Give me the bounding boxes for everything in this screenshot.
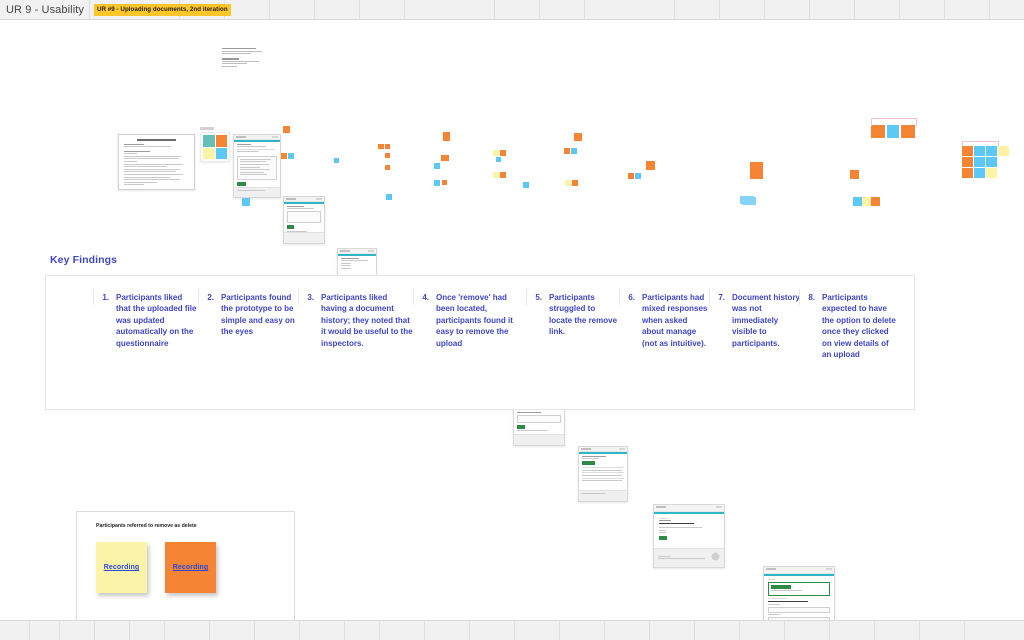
key-finding-6[interactable]: 6. Participants had mixed responses when… (619, 276, 710, 409)
sticky-dot-yellow[interactable] (493, 172, 499, 178)
thumbnail-document[interactable] (118, 134, 195, 190)
sticky-note-blue[interactable] (887, 125, 899, 138)
sticky-dot-orange[interactable] (378, 144, 384, 149)
key-finding-5[interactable]: 5. Participants struggled to locate the … (526, 276, 620, 409)
key-finding-number: 3. (298, 289, 317, 409)
sticky-dot-yellow[interactable] (493, 150, 499, 156)
thumbnail-file-preview[interactable] (653, 504, 725, 568)
thumbnail-form[interactable] (283, 196, 325, 244)
whiteboard-canvas: UR 9 - Usability UR #9 - Uploading docum… (0, 0, 1024, 640)
sticky-dot-blue[interactable] (334, 158, 339, 163)
sticky-dot-orange[interactable] (750, 162, 763, 179)
sticky-dot-blue[interactable] (571, 148, 577, 154)
key-finding-number: 8. (799, 289, 818, 409)
key-finding-text: Participants found the prototype to be s… (221, 293, 295, 337)
key-finding-text: Participants liked having a document his… (321, 293, 413, 348)
key-finding-number: 1. (93, 289, 112, 409)
key-finding-number: 7. (709, 289, 728, 409)
sticky-dot-blue[interactable] (434, 163, 440, 169)
key-finding-text: Once 'remove' had been located, particip… (436, 293, 513, 348)
sticky-dot-orange[interactable] (871, 197, 880, 206)
session-chip[interactable]: UR #9 - Uploading documents, 2nd iterati… (94, 4, 231, 16)
sticky-dot-orange[interactable] (385, 165, 390, 170)
key-finding-text: Participants expected to have the option… (822, 293, 896, 360)
sticky-dot-yellow[interactable] (862, 197, 871, 206)
sticky-dot-orange[interactable] (564, 148, 570, 154)
key-finding-number: 5. (526, 289, 545, 409)
key-findings-panel: 1. Participants liked that the uploaded … (45, 275, 915, 410)
sticky-dot-orange[interactable] (500, 150, 506, 156)
sticky-group-outline (871, 118, 917, 126)
key-finding-text: Participants liked that the uploaded fil… (116, 293, 197, 348)
key-finding-number: 4. (413, 289, 432, 409)
key-finding-1[interactable]: 1. Participants liked that the uploaded … (93, 276, 199, 409)
sticky-dot-blue[interactable] (853, 197, 862, 206)
key-finding-7[interactable]: 7. Document history was not immediately … (709, 276, 801, 409)
sticky-dot-orange[interactable] (500, 172, 506, 178)
sticky-note-orange[interactable] (901, 125, 915, 138)
sticky-dot-orange[interactable] (572, 180, 578, 186)
board-body: Key Findings 1. Participants liked that … (0, 20, 1024, 640)
key-finding-text: Document history was not immediately vis… (732, 293, 801, 348)
recording-link[interactable]: Recording (173, 564, 209, 571)
sticky-dot-orange[interactable] (385, 144, 390, 149)
key-finding-text: Participants struggled to locate the rem… (549, 293, 618, 337)
sticky-dot-blue[interactable] (386, 194, 392, 200)
screenshot-strip (0, 20, 1024, 640)
key-finding-number: 6. (619, 289, 638, 409)
crest-icon (711, 552, 720, 561)
sheet-footer-separators (0, 621, 1024, 640)
sticky-dot-blue[interactable] (288, 153, 294, 159)
sheet-header-band: UR 9 - Usability UR #9 - Uploading docum… (0, 0, 1024, 20)
thumbnail-color-grid[interactable] (200, 132, 230, 162)
sticky-dot-orange[interactable] (442, 180, 447, 185)
sticky-dot-orange[interactable] (443, 132, 450, 141)
sticky-dot-blue[interactable] (496, 157, 501, 162)
sticky-dot-lightblue[interactable] (742, 197, 756, 205)
key-finding-number: 2. (198, 289, 217, 409)
sticky-dot-blue[interactable] (242, 198, 250, 206)
sticky-dot-blue[interactable] (635, 173, 641, 179)
key-finding-2[interactable]: 2. Participants found the prototype to b… (198, 276, 299, 409)
sticky-dot-orange[interactable] (283, 126, 290, 133)
sticky-dot-orange[interactable] (850, 170, 859, 179)
key-finding-3[interactable]: 3. Participants liked having a document … (298, 276, 414, 409)
thumbnail-form-long[interactable] (233, 134, 281, 198)
sticky-dot-orange[interactable] (281, 153, 287, 159)
sticky-dot-blue[interactable] (523, 182, 529, 188)
sticky-dot-blue[interactable] (434, 180, 440, 186)
sticky-dot-orange[interactable] (628, 173, 634, 179)
sticky-note-orange[interactable]: Recording (165, 542, 216, 593)
sheet-title: UR 9 - Usability (6, 4, 85, 16)
thumbnail-table[interactable] (578, 446, 628, 502)
sheet-footer-band (0, 620, 1024, 640)
key-finding-4[interactable]: 4. Once 'remove' had been located, parti… (413, 276, 527, 409)
key-finding-8[interactable]: 8. Participants expected to have the opt… (799, 276, 900, 409)
quote-card: Participants referred to remove as delet… (76, 511, 295, 624)
sticky-note-orange[interactable] (871, 125, 885, 138)
key-finding-text: Participants had mixed responses when as… (642, 293, 708, 348)
key-findings-list: 1. Participants liked that the uploaded … (46, 276, 914, 409)
sticky-dot-orange[interactable] (646, 161, 655, 170)
sticky-dot-yellow[interactable] (565, 180, 571, 186)
sticky-dot-orange[interactable] (574, 133, 582, 141)
sticky-dot-orange[interactable] (385, 153, 390, 158)
quote-card-heading: Participants referred to remove as delet… (96, 523, 197, 529)
key-findings-title: Key Findings (50, 254, 118, 266)
thumbnail-grid-label (200, 127, 214, 130)
sticky-note-yellow[interactable]: Recording (96, 542, 147, 593)
recording-link[interactable]: Recording (104, 564, 140, 571)
sticky-dot-orange[interactable] (441, 155, 449, 161)
